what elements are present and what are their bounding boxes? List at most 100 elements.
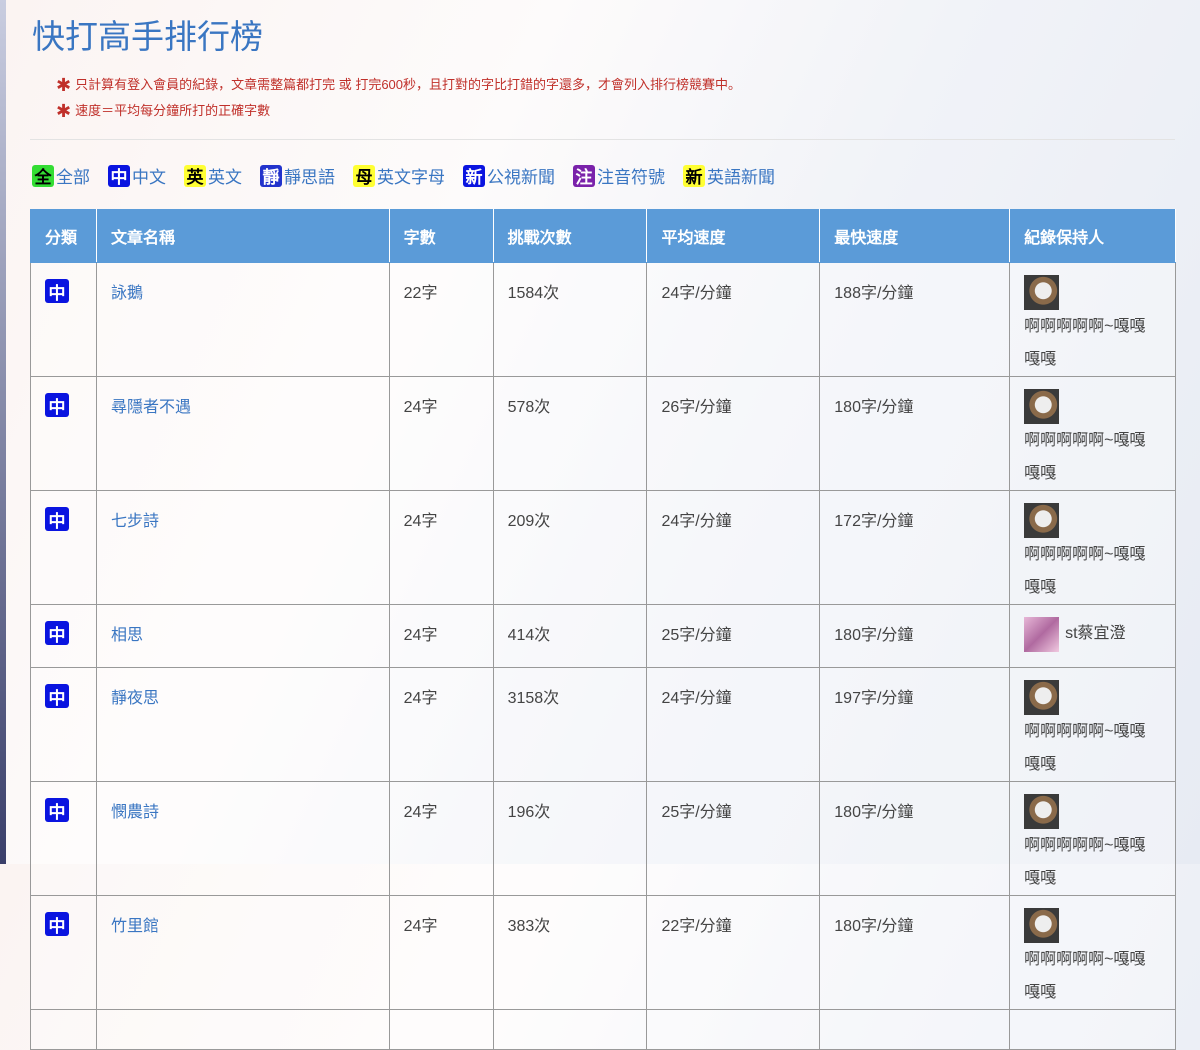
chinese-badge-icon: 中 [45,393,69,417]
category-badge-icon: 靜 [260,164,282,187]
title-cell: 詠鵝 [95,262,390,377]
tries-cell: 414次 [492,604,648,668]
filter-5[interactable]: 新公視新聞 [463,163,555,188]
holder-name[interactable]: 啊啊啊啊啊~嘎嘎嘎嘎 [1024,943,1161,1009]
avatar[interactable] [1024,680,1060,715]
filter-6[interactable]: 注注音符號 [573,163,665,188]
best-speed-cell: 172字/分鐘 [819,490,1011,605]
article-link[interactable]: 詠鵝 [111,285,143,302]
holder-cell: 啊啊啊啊啊~嘎嘎嘎嘎 [1009,262,1176,377]
note-text: 只計算有登入會員的紀錄，文章需整篇都打完 或 打完600秒，且打對的字比打錯的字… [75,77,742,92]
avg-speed-cell: 24字/分鐘 [646,667,821,782]
best-speed-cell: 188字/分鐘 [819,262,1011,377]
chinese-badge-icon: 中 [45,798,69,822]
filter-0[interactable]: 全全部 [32,163,90,188]
page-title: 快打高手排行榜 [32,18,263,55]
holder-cell: 啊啊啊啊啊~嘎嘎嘎嘎 [1009,895,1176,1010]
chars-cell: 24字 [388,376,494,491]
table-row: 中 靜夜思 24字 3158次 24字/分鐘 197字/分鐘 啊啊啊啊啊~嘎嘎嘎… [30,667,1176,782]
tries-cell: 196次 [492,781,648,896]
filter-label: 注音符號 [597,168,665,187]
table-row: 中 尋隱者不遇 24字 578次 26字/分鐘 180字/分鐘 啊啊啊啊啊~嘎嘎… [30,376,1176,491]
avg-speed-cell: 24字/分鐘 [646,262,821,377]
filter-4[interactable]: 母英文字母 [353,163,445,188]
holder-name[interactable]: 啊啊啊啊啊~嘎嘎嘎嘎 [1024,715,1161,781]
filter-7[interactable]: 新英語新聞 [683,163,775,188]
category-cell: 中 [30,490,97,605]
category-cell: 中 [30,781,97,896]
filter-1[interactable]: 中中文 [108,163,166,188]
article-link[interactable]: 憫農詩 [111,804,159,821]
note: ✱ 只計算有登入會員的紀錄，文章需整篇都打完 或 打完600秒，且打對的字比打錯的… [56,72,741,98]
avg-speed-cell: 25字/分鐘 [646,781,821,896]
best-speed-cell: 180字/分鐘 [819,604,1011,668]
avatar[interactable] [1024,794,1060,829]
best-speed-cell: 180字/分鐘 [819,781,1011,896]
avg-speed-cell: 26字/分鐘 [646,376,821,491]
title-cell: 靜夜思 [95,667,390,782]
filter-label: 英語新聞 [707,168,775,187]
filter-label: 英文字母 [377,168,445,187]
avatar[interactable] [1024,617,1060,652]
holder-name[interactable]: 啊啊啊啊啊~嘎嘎嘎嘎 [1024,829,1161,895]
avatar[interactable] [1024,503,1060,538]
holder-cell: 啊啊啊啊啊~嘎嘎嘎嘎 [1009,781,1176,896]
filter-label: 公視新聞 [487,168,555,187]
column-header[interactable]: 平均速度 [646,209,821,263]
note: ✱ 速度＝平均每分鐘所打的正確字數 [56,98,741,124]
category-badge-icon: 注 [573,164,595,187]
table-row: 中 詠鵝 22字 1584次 24字/分鐘 188字/分鐘 啊啊啊啊啊~嘎嘎嘎嘎 [30,262,1176,377]
chinese-badge-icon: 中 [45,684,69,708]
chinese-badge-icon: 中 [45,279,69,303]
category-badge-icon: 全 [32,164,54,187]
filter-2[interactable]: 英英文 [184,163,242,188]
category-cell: 中 [30,262,97,377]
column-header[interactable]: 挑戰次數 [492,209,648,263]
holder-name[interactable]: 啊啊啊啊啊~嘎嘎嘎嘎 [1024,424,1161,490]
article-link[interactable]: 靜夜思 [111,690,159,707]
holder-name[interactable]: st蔡宜澄 [1065,617,1125,652]
table-row: 中 憫農詩 24字 196次 25字/分鐘 180字/分鐘 啊啊啊啊啊~嘎嘎嘎嘎 [30,781,1176,896]
category-badge-icon: 新 [683,164,705,187]
article-link[interactable]: 尋隱者不遇 [111,399,191,416]
chinese-badge-icon: 中 [45,507,69,531]
table-row: 中 七步詩 24字 209次 24字/分鐘 172字/分鐘 啊啊啊啊啊~嘎嘎嘎嘎 [30,490,1176,605]
article-link[interactable]: 相思 [111,627,143,644]
avatar[interactable] [1024,389,1060,424]
article-link[interactable]: 七步詩 [111,513,159,530]
avg-speed-cell: 22字/分鐘 [646,895,821,1010]
filter-label: 英文 [208,168,242,187]
title-cell: 尋隱者不遇 [95,376,390,491]
chars-cell: 24字 [388,490,494,605]
filter-3[interactable]: 靜靜思語 [260,163,335,188]
best-speed-cell: 180字/分鐘 [819,895,1011,1010]
chars-cell: 24字 [388,895,494,1010]
holder-name[interactable]: 啊啊啊啊啊~嘎嘎嘎嘎 [1024,310,1161,376]
column-header[interactable]: 紀錄保持人 [1009,209,1176,263]
chinese-badge-icon: 中 [45,621,69,645]
category-cell: 中 [30,604,97,668]
tries-cell: 578次 [492,376,648,491]
column-header[interactable]: 字數 [388,209,494,263]
category-badge-icon: 新 [463,164,485,187]
column-header[interactable]: 分類 [30,209,97,263]
table-row: 中 竹里館 24字 383次 22字/分鐘 180字/分鐘 啊啊啊啊啊~嘎嘎嘎嘎 [30,895,1176,1010]
asterisk-icon: ✱ [56,101,72,121]
holder-cell: 啊啊啊啊啊~嘎嘎嘎嘎 [1009,667,1176,782]
category-badge-icon: 中 [108,164,130,187]
article-link[interactable]: 竹里館 [111,918,159,935]
page-edge [0,0,6,864]
holder-name[interactable]: 啊啊啊啊啊~嘎嘎嘎嘎 [1024,538,1161,604]
column-header[interactable]: 最快速度 [819,209,1011,263]
chars-cell: 22字 [388,262,494,377]
category-cell: 中 [30,667,97,782]
leaderboard-table: 分類 文章名稱 字數 挑戰次數 平均速度 最快速度 紀錄保持人 中 詠鵝 22字 1584次… [30,209,1176,1050]
column-header[interactable]: 文章名稱 [95,209,390,263]
table-row [30,1009,1176,1050]
category-badge-icon: 英 [184,164,206,187]
notes: ✱ 只計算有登入會員的紀錄，文章需整篇都打完 或 打完600秒，且打對的字比打錯的… [56,72,741,124]
avatar[interactable] [1024,275,1060,310]
divider [30,139,1175,140]
table-header: 分類 文章名稱 字數 挑戰次數 平均速度 最快速度 紀錄保持人 [30,209,1176,263]
avatar[interactable] [1024,908,1060,943]
